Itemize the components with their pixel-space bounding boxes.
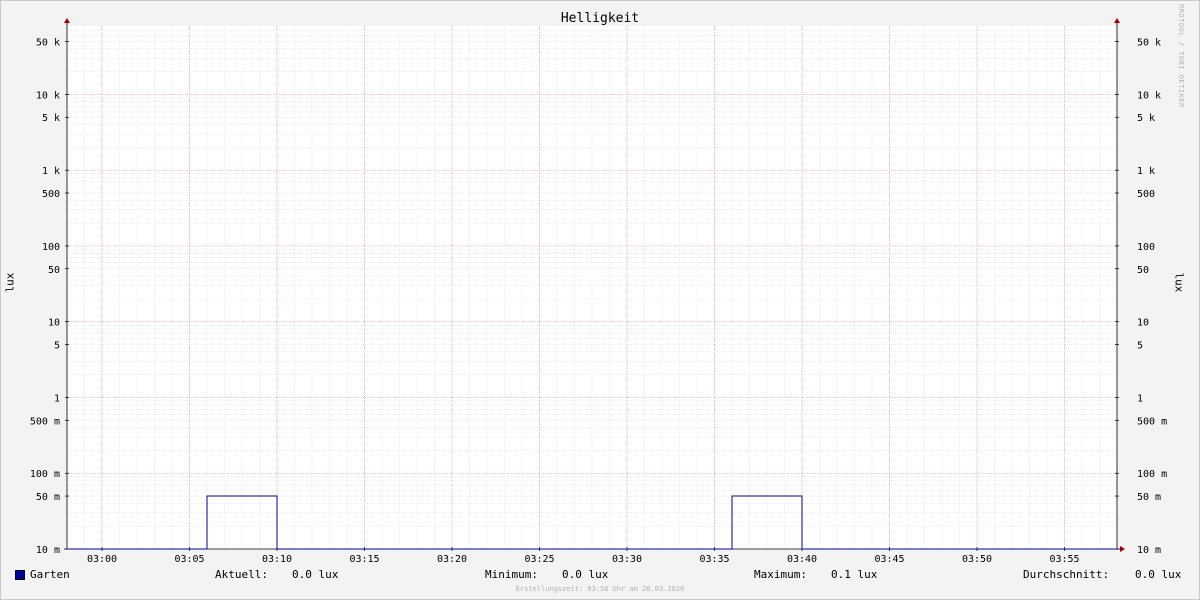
legend-maximum-label: Maximum: <box>754 568 807 581</box>
y-tick-label-right: 5 k <box>1137 113 1155 124</box>
y-tick-label-right: 1 <box>1137 393 1143 404</box>
legend-aktuell-label: Aktuell: <box>215 568 268 581</box>
x-axis-arrow <box>1120 546 1125 552</box>
chart-canvas: 50 k 50 k10 k 10 k5 k5 k1 k1 k500 500100 100… <box>30 18 1167 565</box>
y-tick-label-right: 100 m <box>1137 469 1167 480</box>
x-tick-label: 03:00 <box>87 554 117 565</box>
x-tick-label: 03:30 <box>612 554 642 565</box>
legend: Garten Aktuell: 0.0 lux Minimum: 0.0 lux… <box>0 568 1200 584</box>
legend-aktuell-value: 0.0 lux <box>292 568 339 581</box>
x-tick-label: 03:35 <box>699 554 729 565</box>
y-tick-label-left: 50 <box>48 265 60 276</box>
rrdtool-watermark: RRDTOOL / TOBI OETIKER <box>1177 4 1185 108</box>
y-tick-label-right: 1 k <box>1137 166 1155 177</box>
x-tick-label: 03:45 <box>874 554 904 565</box>
x-tick-label: 03:40 <box>787 554 817 565</box>
y-tick-label-left: 10 <box>48 318 60 329</box>
y-tick-label-right: 5 <box>1137 341 1143 352</box>
y-tick-label-right: 50 <box>1137 265 1149 276</box>
x-tick-label: 03:10 <box>262 554 292 565</box>
y-tick-label-left: 500 m <box>30 416 60 427</box>
y-tick-label-right: 50 m <box>1137 492 1161 503</box>
y-tick-label-left: 10 m <box>36 545 60 556</box>
x-tick-label: 03:50 <box>962 554 992 565</box>
y-axis-label-left: lux <box>3 272 17 293</box>
y-axis-label-right: lux <box>1172 272 1186 293</box>
y-tick-label-right: 10 m <box>1137 545 1161 556</box>
legend-durchschnitt-value: 0.0 lux <box>1135 568 1182 581</box>
y-tick-label-left: 100 <box>42 242 60 253</box>
y-tick-label-left: 5 k <box>42 113 60 124</box>
legend-series-name: Garten <box>30 568 70 581</box>
y-tick-label-left: 100 m <box>30 469 60 480</box>
y-tick-label-right: 500 m <box>1137 416 1167 427</box>
y-tick-label-left: 10 k <box>36 90 60 101</box>
y-tick-label-right: 10 <box>1137 318 1149 329</box>
chart-title: Helligkeit <box>560 11 640 26</box>
y-tick-label-left: 5 <box>54 341 60 352</box>
x-tick-label: 03:55 <box>1049 554 1079 565</box>
y-tick-label-left: 1 k <box>42 166 60 177</box>
y-tick-label-left: 50 m <box>36 492 60 503</box>
x-tick-label: 03:20 <box>437 554 467 565</box>
y-tick-label-left: 50 k <box>36 37 60 48</box>
y-tick-label-left: 500 <box>42 189 60 200</box>
x-tick-label: 03:15 <box>349 554 379 565</box>
y-tick-label-right: 10 k <box>1137 90 1161 101</box>
legend-durchschnitt-label: Durchschnitt: <box>1023 568 1110 581</box>
y-tick-label-right: 50 k <box>1137 37 1161 48</box>
x-tick-label: 03:05 <box>174 554 204 565</box>
legend-maximum-value: 0.1 lux <box>831 568 878 581</box>
y-tick-label-right: 100 <box>1137 242 1155 253</box>
x-tick-label: 03:25 <box>524 554 554 565</box>
footer-timestamp: Erstellungszeit: 03:58 Uhr am 26.03.2026 <box>515 585 685 593</box>
legend-minimum-value: 0.0 lux <box>562 568 609 581</box>
y-tick-label-right: 500 <box>1137 189 1155 200</box>
y-tick-label-left: 1 <box>54 393 60 404</box>
legend-minimum-label: Minimum: <box>485 568 538 581</box>
